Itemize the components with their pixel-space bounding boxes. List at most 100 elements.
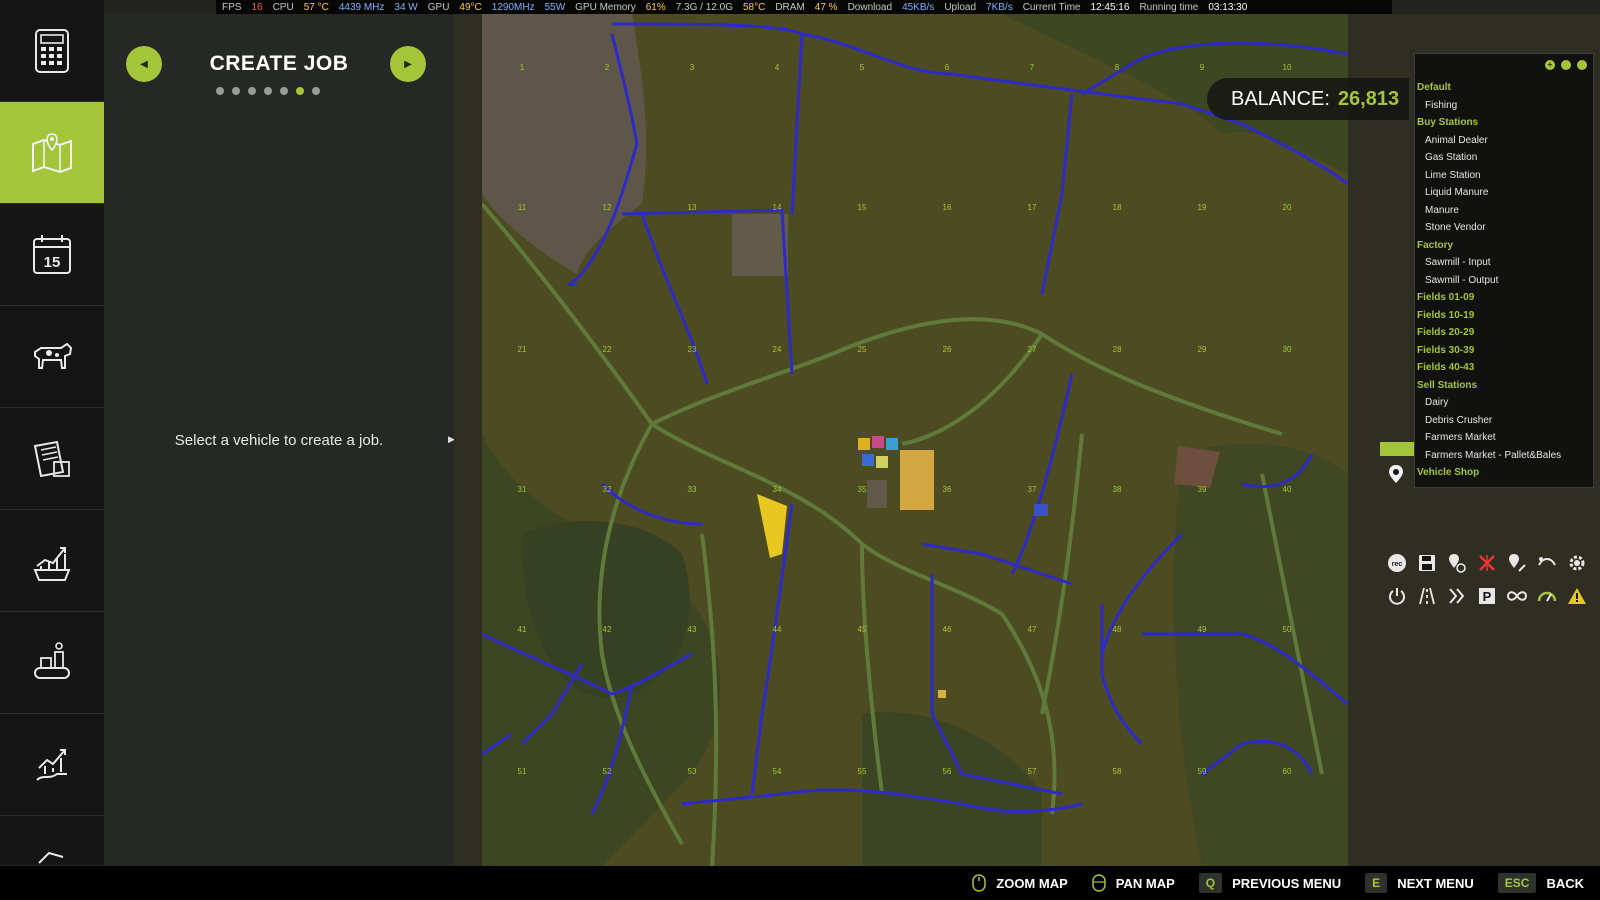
farm-map[interactable]: 1 2 3 4 5 6 7 8 9 1011 12 13 14 15 16 17 18 19 2021 22 23 24 2…: [482, 14, 1348, 866]
hotspot-category[interactable]: Sell Stations: [1415, 377, 1593, 395]
field-number-label[interactable]: 60: [1283, 767, 1292, 776]
field-number-label[interactable]: 6: [945, 63, 950, 72]
field-number-label[interactable]: 57: [1028, 767, 1037, 776]
field-number-label[interactable]: 37: [1028, 485, 1037, 494]
previous-menu-hint[interactable]: Q PREVIOUS MENU: [1198, 873, 1341, 893]
sidebar-item-calendar[interactable]: 15: [0, 204, 104, 306]
field-number-label[interactable]: 44: [773, 625, 782, 634]
zoom-map-hint[interactable]: ZOOM MAP: [972, 874, 1068, 892]
field-number-label[interactable]: 38: [1113, 485, 1122, 494]
field-number-label[interactable]: 52: [603, 767, 612, 776]
hotspot-item[interactable]: Lime Station: [1415, 167, 1593, 185]
hotspot-category[interactable]: Fields 40-43: [1415, 359, 1593, 377]
hotspot-item[interactable]: Dairy: [1415, 394, 1593, 412]
pan-map-hint[interactable]: PAN MAP: [1092, 874, 1175, 892]
field-number-label[interactable]: 36: [943, 485, 952, 494]
field-number-label[interactable]: 15: [858, 203, 867, 212]
field-number-label[interactable]: 45: [858, 625, 867, 634]
settings-button[interactable]: [1562, 551, 1592, 575]
field-number-label[interactable]: 54: [773, 767, 782, 776]
field-number-label[interactable]: 59: [1198, 767, 1207, 776]
field-number-label[interactable]: 27: [1028, 345, 1037, 354]
field-number-label[interactable]: 10: [1283, 63, 1292, 72]
hotspot-item[interactable]: Debris Crusher: [1415, 412, 1593, 430]
field-number-label[interactable]: 7: [1030, 63, 1035, 72]
edit-waypoint-button[interactable]: [1502, 551, 1532, 575]
hotspot-category[interactable]: Buy Stations: [1415, 114, 1593, 132]
field-number-label[interactable]: 25: [858, 345, 867, 354]
hotspot-category[interactable]: Fields 20-29: [1415, 324, 1593, 342]
page-dot[interactable]: [280, 87, 288, 95]
field-number-label[interactable]: 8: [1115, 63, 1120, 72]
sidebar-item-more[interactable]: [0, 816, 104, 866]
field-number-label[interactable]: 34: [773, 485, 782, 494]
field-number-label[interactable]: 3: [690, 63, 695, 72]
sidebar-item-animals[interactable]: [0, 306, 104, 408]
field-number-label[interactable]: 29: [1198, 345, 1207, 354]
loop-button[interactable]: [1502, 584, 1532, 608]
field-number-label[interactable]: 26: [943, 345, 952, 354]
field-number-label[interactable]: 4: [775, 63, 780, 72]
field-number-label[interactable]: 24: [773, 345, 782, 354]
page-dot[interactable]: [296, 87, 304, 95]
field-number-label[interactable]: 39: [1198, 485, 1207, 494]
field-number-label[interactable]: 42: [603, 625, 612, 634]
hotspot-category[interactable]: Fields 30-39: [1415, 342, 1593, 360]
page-dot[interactable]: [248, 87, 256, 95]
previous-page-button[interactable]: ◀: [126, 46, 162, 82]
hotspot-category[interactable]: Fields 10-19: [1415, 307, 1593, 325]
parking-button[interactable]: P: [1472, 584, 1502, 608]
hotspot-item[interactable]: Sawmill - Output: [1415, 272, 1593, 290]
field-number-label[interactable]: 31: [518, 485, 527, 494]
field-number-label[interactable]: 35: [858, 485, 867, 494]
field-number-label[interactable]: 51: [518, 767, 527, 776]
route-button[interactable]: [1532, 551, 1562, 575]
field-number-label[interactable]: 33: [688, 485, 697, 494]
field-number-label[interactable]: 16: [943, 203, 952, 212]
speed-button[interactable]: [1532, 584, 1562, 608]
field-number-label[interactable]: 22: [603, 345, 612, 354]
hotspot-category[interactable]: Factory: [1415, 237, 1593, 255]
hotspot-category[interactable]: Fields 01-09: [1415, 289, 1593, 307]
field-number-label[interactable]: 2: [605, 63, 610, 72]
field-number-label[interactable]: 14: [773, 203, 782, 212]
delete-waypoint-button[interactable]: [1472, 551, 1502, 575]
field-number-label[interactable]: 48: [1113, 625, 1122, 634]
field-number-label[interactable]: 20: [1283, 203, 1292, 212]
road-button[interactable]: [1412, 584, 1442, 608]
field-number-label[interactable]: 19: [1198, 203, 1207, 212]
record-button[interactable]: rec: [1382, 551, 1412, 575]
hotspot-category[interactable]: Vehicle Shop: [1415, 464, 1593, 482]
hotspot-item[interactable]: Farmers Market: [1415, 429, 1593, 447]
field-number-label[interactable]: 17: [1028, 203, 1037, 212]
hotspot-item[interactable]: Fishing: [1415, 97, 1593, 115]
field-number-label[interactable]: 18: [1113, 203, 1122, 212]
sidebar-item-prices[interactable]: [0, 714, 104, 816]
page-dot[interactable]: [232, 87, 240, 95]
field-number-label[interactable]: 58: [1113, 767, 1122, 776]
field-number-label[interactable]: 56: [943, 767, 952, 776]
back-hint[interactable]: ESC BACK: [1497, 873, 1584, 893]
field-number-label[interactable]: 11: [518, 203, 527, 212]
field-number-label[interactable]: 32: [603, 485, 612, 494]
field-number-label[interactable]: 9: [1200, 63, 1205, 72]
sidebar-item-calculator[interactable]: [0, 0, 104, 102]
next-page-button[interactable]: ▶: [390, 46, 426, 82]
field-number-label[interactable]: 43: [688, 625, 697, 634]
hotspot-item[interactable]: Gas Station: [1415, 149, 1593, 167]
hotspot-item[interactable]: Manure: [1415, 202, 1593, 220]
map-pin-icon[interactable]: [1388, 464, 1404, 484]
hotspot-item[interactable]: Farmers Market - Pallet&Bales: [1415, 447, 1593, 465]
field-number-label[interactable]: 40: [1283, 485, 1292, 494]
field-number-label[interactable]: 49: [1198, 625, 1207, 634]
sidebar-item-map[interactable]: [0, 102, 112, 204]
field-number-label[interactable]: 53: [688, 767, 697, 776]
field-number-label[interactable]: 21: [518, 345, 527, 354]
field-number-label[interactable]: 30: [1283, 345, 1292, 354]
hotspot-item[interactable]: Stone Vendor: [1415, 219, 1593, 237]
save-button[interactable]: [1412, 551, 1442, 575]
fast-forward-button[interactable]: [1442, 584, 1472, 608]
next-menu-hint[interactable]: E NEXT MENU: [1365, 873, 1474, 893]
sidebar-item-finances[interactable]: [0, 510, 104, 612]
field-number-label[interactable]: 12: [603, 203, 612, 212]
